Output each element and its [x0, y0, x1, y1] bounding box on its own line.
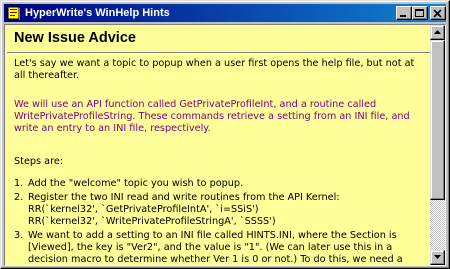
api-paragraph: We will use an API function called GetPr… — [14, 99, 410, 134]
vertical-scrollbar[interactable] — [430, 25, 445, 265]
step-item: 2. Register the two INI read and write r… — [14, 192, 428, 228]
close-button[interactable] — [430, 6, 446, 20]
code-line: RR(`kernel32', `WritePrivateProfileStrin… — [28, 216, 276, 227]
window-title: HyperWrite's WinHelp Hints — [25, 7, 170, 19]
step-text: We want to add a setting to an INI file … — [28, 230, 397, 241]
maximize-icon — [415, 9, 424, 17]
close-icon — [433, 9, 442, 18]
step-number: 1. — [14, 178, 24, 189]
scroll-up-arrow-icon — [434, 30, 441, 34]
title-bar[interactable]: HyperWrite's WinHelp Hints — [4, 4, 446, 22]
minimize-button[interactable] — [396, 6, 412, 20]
topic-title: New Issue Advice — [14, 30, 136, 46]
step-number: 2. — [14, 192, 24, 203]
step-item: 3. We want to add a setting to an INI fi… — [14, 230, 428, 265]
scroll-up-button[interactable] — [430, 25, 445, 40]
header-divider — [7, 52, 432, 54]
intro-paragraph: Let's say we want a topic to popup when … — [14, 58, 415, 81]
step-text: Register the two INI read and write rout… — [28, 192, 340, 203]
code-line: RR(`kernel32', `GetPrivateProfileIntA', … — [28, 204, 259, 215]
topic-header: New Issue Advice — [5, 25, 432, 55]
step-text: Add the "welcome" topic you wish to popu… — [28, 178, 244, 189]
help-window: HyperWrite's WinHelp Hints New Issue Adv… — [0, 0, 450, 269]
scroll-down-button[interactable] — [430, 250, 445, 265]
steps-list: 1. Add the "welcome" topic you wish to p… — [14, 178, 428, 265]
step-text: decision macro to determine whether Ver … — [28, 254, 403, 265]
step-number: 3. — [14, 230, 24, 241]
help-content-pane[interactable]: New Issue Advice Let's say we want a top… — [4, 24, 446, 266]
minimize-icon — [400, 15, 406, 17]
steps-intro: Steps are: — [14, 156, 64, 167]
step-item: 1. Add the "welcome" topic you wish to p… — [14, 178, 428, 190]
scrollbar-thumb[interactable] — [430, 40, 445, 200]
maximize-button[interactable] — [412, 6, 428, 20]
help-book-icon[interactable] — [6, 5, 22, 21]
scroll-down-arrow-icon — [434, 255, 441, 259]
step-text: [Viewed], the key is "Ver2", and the val… — [28, 242, 393, 253]
